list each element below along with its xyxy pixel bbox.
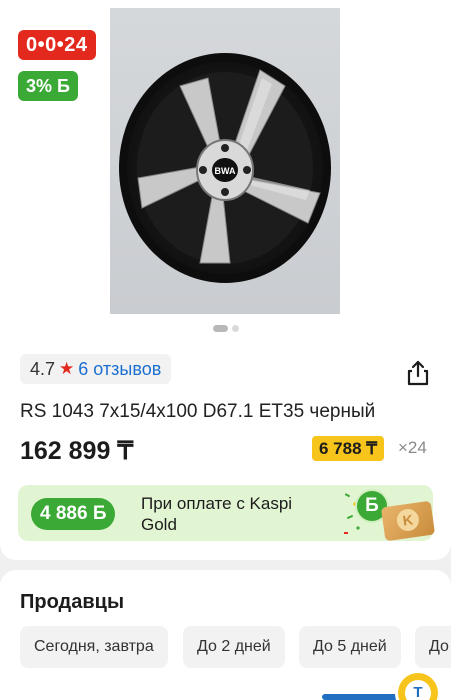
wheel-image: BWA	[119, 53, 331, 283]
sellers-section: Продавцы Сегодня, завтра До 2 дней До 5 …	[0, 570, 451, 700]
delivery-filter-5-days[interactable]: До 5 дней	[299, 626, 401, 668]
delivery-filter-today-tomorrow[interactable]: Сегодня, завтра	[20, 626, 168, 668]
kaspi-bonus-amount: 4 886 Б	[31, 498, 116, 530]
reviews-link[interactable]: 6 отзывов	[78, 359, 161, 380]
product-price: 162 899 ₸	[20, 437, 134, 465]
monthly-payment-badge[interactable]: 6 788 ₸	[312, 436, 385, 461]
kaspi-gold-card-logo: K	[395, 507, 421, 533]
pagination-dot[interactable]	[232, 325, 239, 332]
product-gallery[interactable]: BWA 0•0•24 3% Б	[0, 0, 451, 340]
rating-reviews-button[interactable]: 4.7 ★ 6 отзывов	[20, 354, 172, 384]
rating-value: 4.7	[30, 358, 56, 379]
star-icon: ★	[59, 359, 75, 378]
pagination-dot-active[interactable]	[213, 325, 228, 332]
product-image[interactable]: BWA	[110, 8, 340, 314]
monthly-payment-count: ×24	[398, 438, 427, 457]
bottom-indicator	[322, 694, 402, 700]
product-title: RS 1043 7x15/4x100 D67.1 ET35 черный	[20, 401, 376, 422]
kaspi-gold-card-icon: K	[380, 500, 436, 542]
svg-text:BWA: BWA	[215, 166, 236, 176]
share-icon[interactable]	[404, 359, 432, 387]
installment-badge: 0•0•24	[18, 30, 96, 60]
kaspi-gold-text: При оплате с Kaspi Gold	[141, 494, 293, 534]
delivery-filter-more[interactable]: До	[415, 626, 451, 668]
sellers-title: Продавцы	[20, 591, 125, 613]
gallery-pagination[interactable]	[213, 325, 239, 332]
chat-assistant-icon: T	[405, 680, 431, 700]
bonus-percent-badge: 3% Б	[18, 71, 78, 101]
product-card: BWA 0•0•24 3% Б 4.7 ★ 6 отзывов RS 1043 …	[0, 0, 451, 560]
delivery-filter-2-days[interactable]: До 2 дней	[183, 626, 285, 668]
